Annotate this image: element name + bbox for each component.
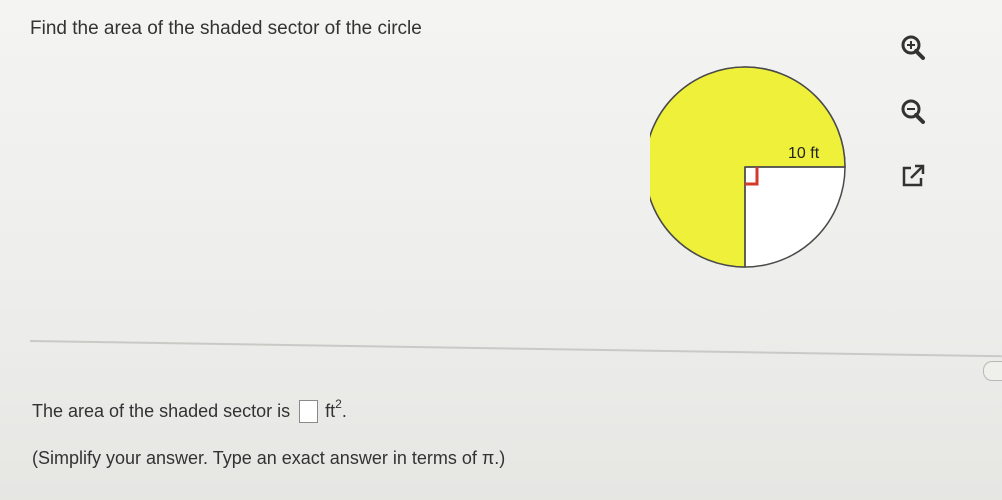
popout-button[interactable] xyxy=(895,158,931,194)
collapse-handle[interactable] xyxy=(983,361,1002,381)
hint-text: (Simplify your answer. Type an exact ans… xyxy=(32,448,506,468)
zoom-out-icon xyxy=(901,99,925,124)
answer-suffix: . xyxy=(341,401,347,421)
answer-prefix: The area of the shaded sector is xyxy=(32,401,291,421)
zoom-out-button[interactable] xyxy=(895,94,931,130)
section-divider xyxy=(29,340,1002,358)
answer-input[interactable] xyxy=(299,400,319,423)
zoom-in-icon xyxy=(901,35,925,60)
sector-figure: 10 ft xyxy=(650,66,846,268)
radius-label: 10 ft xyxy=(788,145,820,162)
answer-unit-exponent: 2 xyxy=(335,396,342,411)
toolbar xyxy=(895,30,940,222)
answer-unit: ft xyxy=(325,401,336,421)
popout-icon xyxy=(902,164,925,187)
answer-line: The area of the shaded sector is ft 2. xyxy=(32,396,347,423)
question-page: Find the area of the shaded sector of th… xyxy=(0,0,1002,500)
question-text: Find the area of the shaded sector of th… xyxy=(30,18,422,39)
zoom-in-button[interactable] xyxy=(895,30,931,66)
